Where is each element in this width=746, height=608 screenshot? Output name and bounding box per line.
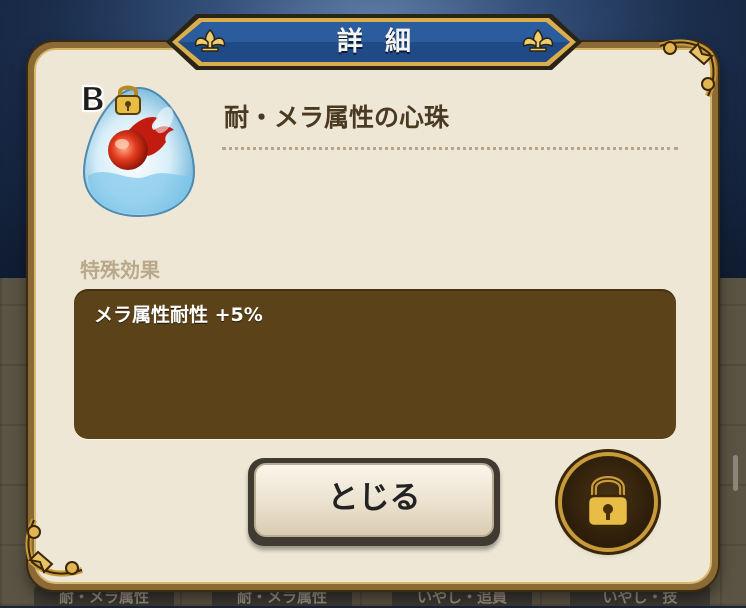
effect-text: メラ属性耐性 +5% xyxy=(94,304,263,326)
effect-section-label: 特殊効果 xyxy=(80,258,160,282)
background-scrollbar xyxy=(733,455,738,491)
dialog-title: 詳細 xyxy=(336,27,433,57)
padlock-icon xyxy=(115,85,141,115)
lock-toggle-button[interactable] xyxy=(562,456,654,548)
rank-badge: B xyxy=(79,79,107,121)
padlock-icon xyxy=(586,476,630,528)
close-button-label: とじる xyxy=(327,480,421,516)
item-name: 耐・メラ属性の心珠 xyxy=(224,103,450,132)
corner-ornament-icon xyxy=(25,518,83,577)
close-button[interactable]: とじる xyxy=(248,458,500,546)
corner-ornament-icon xyxy=(659,39,717,98)
name-divider xyxy=(222,147,678,150)
